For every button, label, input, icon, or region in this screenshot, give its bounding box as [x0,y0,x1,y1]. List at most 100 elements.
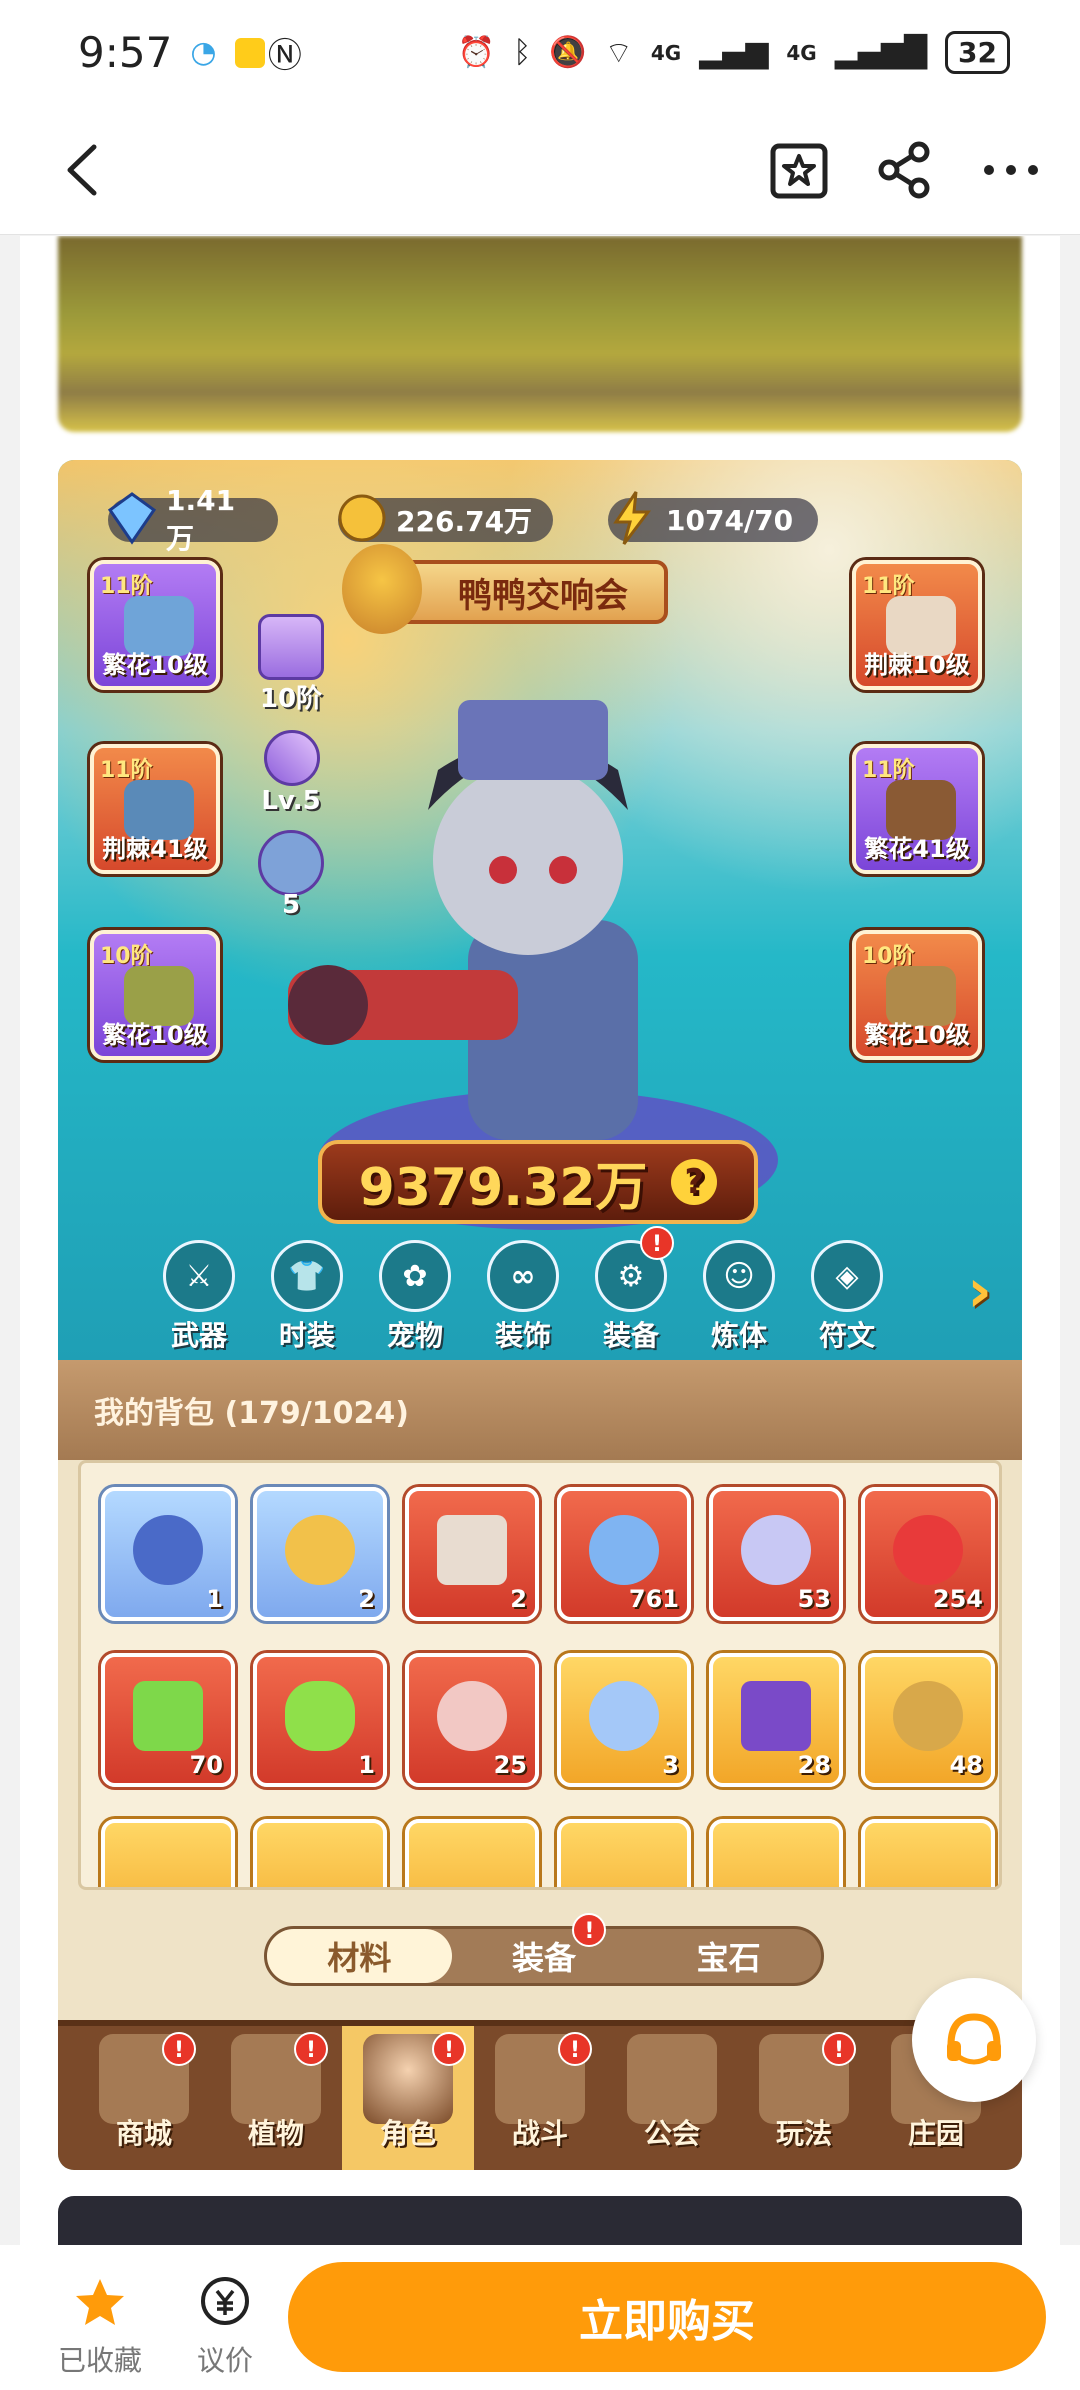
diamond-icon [107,492,157,545]
energy-icon [613,491,651,545]
star-icon [76,2279,124,2325]
potion-icon [893,1515,963,1585]
bag-panel: 1 2 2 761 53 254 70 1 25 3 28 48 材料 装备 !… [58,1460,1022,2170]
share-button[interactable] [870,135,940,205]
bag-item[interactable]: 2 [253,1487,387,1621]
skull-book-icon [741,1681,811,1751]
item-count: 3 [662,1751,679,1779]
slot-level: 繁花10级 [102,1021,208,1049]
bag-item[interactable]: 48 [861,1653,995,1787]
nav-label: 公会 [643,2117,700,2150]
nav-label: 商城 [115,2117,172,2150]
bag-item[interactable]: 28 [709,1653,843,1787]
pet-paw-icon[interactable] [258,614,324,680]
equip-slot-right-1[interactable]: 11阶 荆棘10级 [852,560,982,690]
guild-icon [627,2034,717,2124]
menu-next-arrow-icon[interactable]: › [967,1256,992,1326]
bag-item[interactable]: 1 [101,1487,235,1621]
network-label-1: 4G [650,40,682,65]
bag-grid[interactable]: 1 2 2 761 53 254 70 1 25 3 28 48 [78,1460,1002,1890]
bag-tabs: 材料 装备 ! 宝石 [264,1913,824,1986]
bag-item[interactable] [861,1819,995,1887]
tab-gems[interactable]: 宝石 [636,1929,821,1983]
blurred-image-card [58,236,1022,432]
bag-item[interactable] [709,1819,843,1887]
favorite-star-button[interactable] [764,135,834,205]
equip-slot-right-2[interactable]: 11阶 繁花41级 [852,744,982,874]
flower-icon [437,1681,507,1751]
nav-battle[interactable]: ! 战斗 [474,2026,606,2170]
bag-item[interactable]: 25 [405,1653,539,1787]
headset-icon [947,2013,1001,2065]
pet-icon: ✿ [379,1240,451,1312]
alert-badge: ! [558,2032,592,2066]
star-orb-icon[interactable] [258,830,324,896]
content-scroll-area[interactable]: 1.41万 226.74万 1074/70 鸭鸭交响会 11阶 繁花10级 11… [20,236,1060,2246]
menu-fashion[interactable]: 👕 时装 [266,1240,348,1352]
menu-label: 装备 [602,1319,659,1352]
coin-icon [338,494,386,542]
equip-slot-right-3[interactable]: 10阶 繁花10级 [852,930,982,1060]
status-time: 9:57 [78,28,173,77]
bag-item[interactable]: 53 [709,1487,843,1621]
bookmark-star-icon [770,143,828,199]
bag-item[interactable]: 70 [101,1653,235,1787]
bag-item[interactable]: 254 [861,1487,995,1621]
share-icon [878,141,930,199]
bag-item[interactable]: 2 [405,1487,539,1621]
event-banner: 鸭鸭交响会 [342,544,668,634]
menu-body-refine[interactable]: ☺ 炼体 [698,1240,780,1352]
equip-slot-left-2[interactable]: 11阶 荆棘41级 [90,744,220,874]
menu-weapon[interactable]: ⚔ 武器 [158,1240,240,1352]
mini-stat-label: 5 [281,890,301,920]
customer-service-button[interactable] [912,1978,1036,2102]
bag-item[interactable] [253,1819,387,1887]
favorite-label: 已收藏 [57,2344,142,2377]
nav-shop[interactable]: ! 商城 [78,2026,210,2170]
bag-item[interactable]: 1 [253,1653,387,1787]
menu-rune[interactable]: ◈ 符文 [806,1240,888,1352]
menu-equipment[interactable]: ⚙ ! 装备 [590,1226,674,1352]
event-title: 鸭鸭交响会 [458,575,628,616]
menu-pet[interactable]: ✿ 宠物 [374,1240,456,1352]
nav-guild[interactable]: 公会 [606,2026,738,2170]
nav-character[interactable]: ! 角色 [342,2026,474,2170]
help-icon[interactable]: ? [671,1159,718,1205]
bargain-button[interactable]: 议价 [180,2275,270,2379]
mini-stat-label: 10阶 [259,684,323,714]
item-count: 25 [493,1751,527,1779]
slot-level: 荆棘10级 [864,651,970,679]
bag-item[interactable]: 761 [557,1487,691,1621]
item-count: 70 [189,1751,223,1779]
resource-diamond: 1.41万 [107,484,278,555]
nav-plants[interactable]: ! 植物 [210,2026,342,2170]
assistant-icon: ◔ [190,35,217,70]
bag-item[interactable] [101,1819,235,1887]
favorite-button[interactable]: 已收藏 [50,2275,150,2379]
weapon-icon: ⚔ [163,1240,235,1312]
back-button[interactable] [50,135,120,205]
character-menu: ⚔ 武器 👕 时装 ✿ 宠物 ∞ 装饰 ⚙ ! 装备 ☺ 炼体 ◈ 符文 [158,1226,1018,1352]
buy-now-button[interactable]: 立即购买 [288,2262,1046,2372]
menu-label: 炼体 [710,1319,767,1352]
bag-item[interactable] [557,1819,691,1887]
fashion-icon: 👕 [271,1240,343,1312]
menu-decoration[interactable]: ∞ 装饰 [482,1240,564,1352]
tab-materials[interactable]: 材料 [267,1929,452,1983]
equip-slot-left-3[interactable]: 10阶 繁花10级 [90,930,220,1060]
yuan-chat-icon [201,2277,249,2325]
menu-label: 符文 [818,1319,875,1352]
more-button[interactable] [976,135,1046,205]
bottom-action-bar: 已收藏 议价 立即购买 [0,2245,1080,2390]
moon-star-icon [741,1515,811,1585]
bag-item[interactable]: 3 [557,1653,691,1787]
mask-icon: ∞ [487,1240,559,1312]
alert-badge: ! [432,2032,466,2066]
nav-gameplay[interactable]: ! 玩法 [738,2026,870,2170]
nav-label: 玩法 [775,2117,832,2150]
combat-power-value: 9379.32万 [358,1157,648,1218]
equip-slot-left-1[interactable]: 11阶 繁花10级 [90,560,220,690]
tab-equipment[interactable]: 装备 ! [452,1913,637,1983]
bag-item[interactable] [405,1819,539,1887]
cube-item-icon [437,1515,507,1585]
